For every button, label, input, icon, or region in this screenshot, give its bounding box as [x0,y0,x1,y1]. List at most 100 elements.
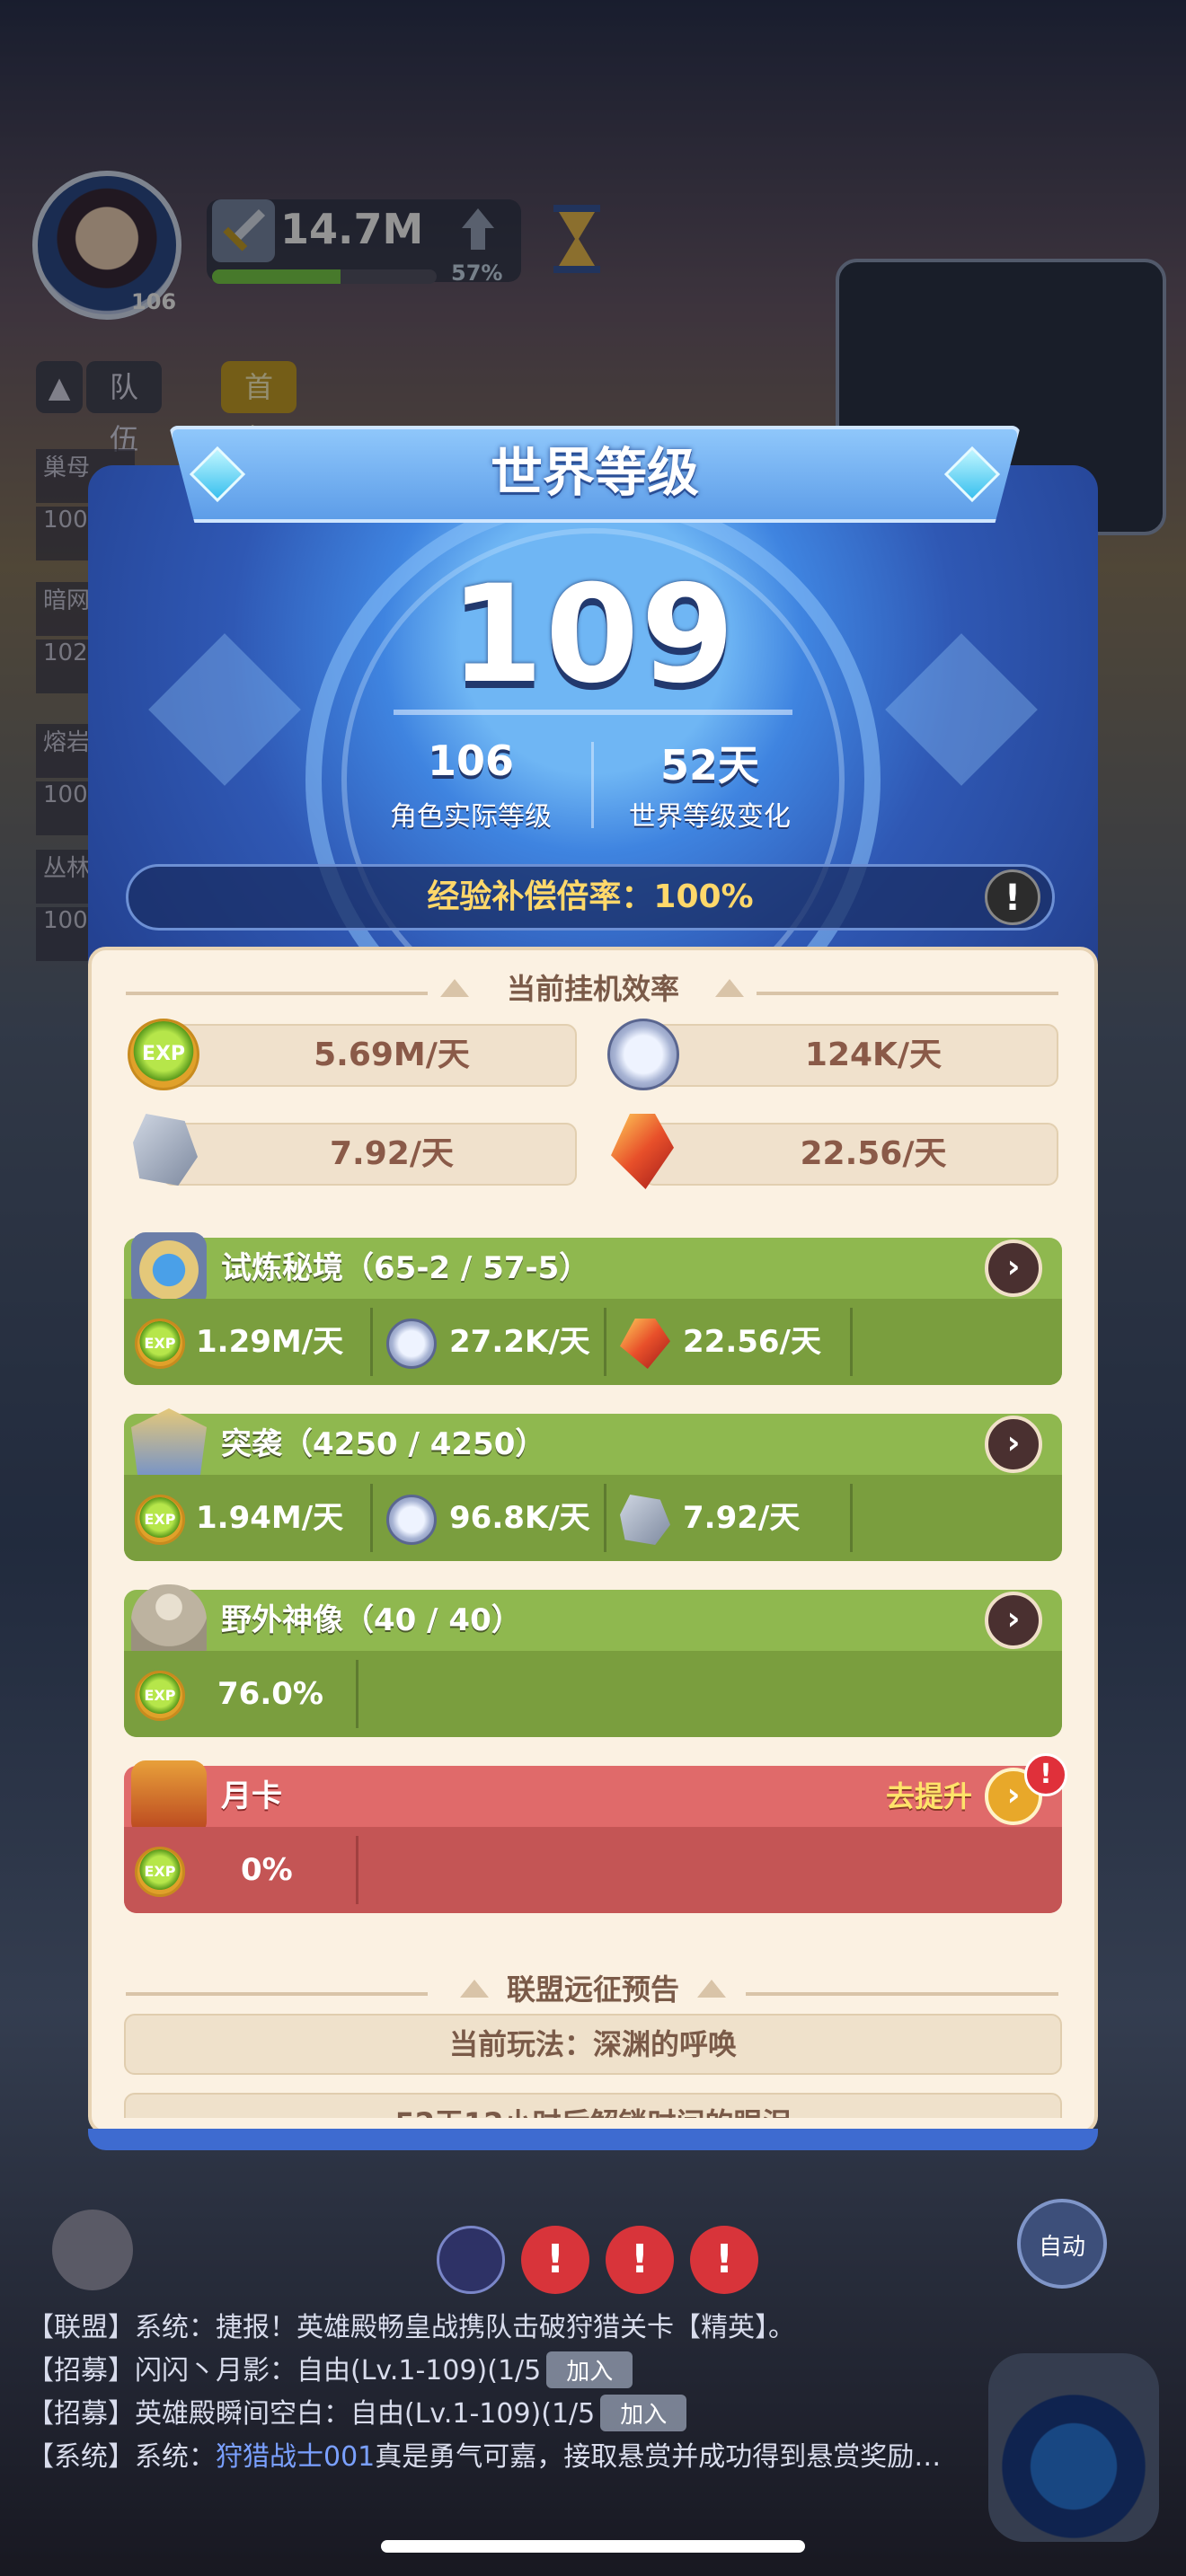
divider [356,1660,358,1728]
go-button[interactable]: › [985,1239,1042,1297]
alliance-next: 52天12小时后解锁时间的眼泪 [124,2093,1062,2118]
card-title: 月卡 [221,1778,282,1814]
alert-badge-icon: ! [1024,1753,1067,1796]
rate-value: 5.69M/天 [314,1037,470,1073]
info-icon[interactable]: ! [985,869,1040,925]
rate-value: 7.92/天 [683,1500,801,1536]
silver-coin-icon [386,1319,437,1369]
monthly-card[interactable]: 月卡 去提升 › ! EXP 0% [124,1753,1067,1913]
divider [850,1484,853,1552]
rate-value: 76.0% [217,1676,323,1712]
efficiency-title: 当前挂机效率 [506,972,679,1006]
exp-coin-icon: EXP [135,1671,185,1721]
chat-tag: 【系统】 [27,2441,135,2473]
alliance-title: 联盟远征预告 [506,1972,679,2007]
card-title: 突袭（4250 / 4250） [221,1426,546,1462]
skill-icon[interactable] [437,2226,505,2294]
chat-text: 系统：捷报！英雄殿畅皇战携队击破狩猎关卡【精英】。 [135,2312,795,2343]
card-title: 试炼秘境（65-2 / 57-5） [221,1250,590,1286]
chat-tag: 【联盟】 [27,2312,135,2343]
card-title: 野外神像（40 / 40） [221,1602,522,1638]
rate-value: 124K/天 [804,1037,943,1073]
divider [604,1308,606,1376]
trial-realm-card[interactable]: 试炼秘境（65-2 / 57-5） › EXP 1.29M/天 27.2K/天 … [124,1232,1062,1385]
alert-icon[interactable]: ! [690,2226,758,2294]
go-button[interactable]: › [985,1416,1042,1473]
alliance-next-clip: 52天12小时后解锁时间的眼泪 [124,2093,1062,2118]
chat-line[interactable]: 【招募】英雄殿瞬间空白：自由(Lv.1-109)(1/5 加入 [27,2391,687,2431]
decor-triangle [715,979,744,997]
rate-value: 96.8K/天 [449,1500,590,1536]
silver-coin-icon [386,1495,437,1545]
actual-level-label: 角色实际等级 [390,801,552,833]
rate-value: 1.94M/天 [196,1500,344,1536]
card-body: EXP 76.0% [124,1651,1062,1737]
divider [850,1308,853,1376]
rate-cell: EXP 1.29M/天 [124,1299,367,1385]
exp-coin-icon: EXP [135,1319,185,1369]
exp-coin-icon: EXP [128,1019,199,1090]
rate-cell: EXP 1.94M/天 [124,1475,367,1561]
statue-card[interactable]: 野外神像（40 / 40） › EXP 76.0% [124,1584,1062,1737]
chat-line[interactable]: 【系统】系统：狩猎战士001真是勇气可嘉，接取悬赏并成功得到悬赏奖励… [27,2434,941,2474]
panel-edge [88,2129,1098,2150]
trial-realm-icon [131,1232,207,1308]
gear-icon[interactable] [52,2210,133,2290]
divider [394,710,792,715]
chat-tag: 【招募】 [27,2355,135,2386]
decor-triangle [697,1980,726,1998]
alert-icon[interactable]: ! [606,2226,674,2294]
card-body: EXP 1.94M/天 96.8K/天 7.92/天 [124,1475,1062,1561]
exp-rate-value: 100% [653,878,754,915]
divider [604,1484,606,1552]
rate-value: 22.56/天 [800,1135,947,1172]
auto-button[interactable]: 自动 [1017,2199,1107,2289]
card-body: EXP 0% [124,1827,1062,1913]
raid-icon [131,1408,207,1484]
card-header: 月卡 去提升 › ! [124,1753,1067,1836]
modal-title: 世界等级 [490,442,699,503]
chat-tag: 【招募】 [27,2398,135,2430]
rate-value: 0% [241,1852,293,1888]
alert-icon[interactable]: ! [521,2226,589,2294]
alliance-mode: 当前玩法：深渊的呼唤 [124,2014,1062,2075]
rate-value: 22.56/天 [683,1324,821,1360]
home-indicator[interactable] [381,2540,805,2553]
world-level-value: 109 [449,557,737,713]
stone-icon [620,1495,670,1545]
divider [370,1484,373,1552]
chat-text: 英雄殿瞬间空白：自由(Lv.1-109)(1/5 [135,2398,596,2430]
chat-line[interactable]: 【招募】闪闪丶月影：自由(Lv.1-109)(1/5 加入 [27,2348,633,2388]
card-body: EXP 1.29M/天 27.2K/天 22.56/天 [124,1299,1062,1385]
card-header: 突袭（4250 / 4250） › [124,1408,1062,1484]
divider [757,992,1058,995]
card-header: 试炼秘境（65-2 / 57-5） › [124,1232,1062,1308]
crystal-icon [620,1319,670,1369]
actual-level-value: 106 [427,737,515,785]
divider [746,1992,1058,1996]
divider [356,1836,358,1904]
chat-text: 闪闪丶月影：自由(Lv.1-109)(1/5 [135,2355,542,2386]
exp-rate-text: 经验补偿倍率：100% [126,864,1055,931]
rate-cell: 27.2K/天 [376,1299,615,1385]
rate-value: 7.92/天 [330,1135,454,1172]
level-change-label: 世界等级变化 [629,801,791,833]
upgrade-link[interactable]: 去提升 [886,1766,972,1827]
rate-cell: 7.92/天 [609,1475,843,1561]
join-button[interactable]: 加入 [546,2351,633,2388]
rate-value: 1.29M/天 [196,1324,344,1360]
rate-cell: 96.8K/天 [376,1475,615,1561]
rate-cell: EXP 76.0% [124,1651,367,1737]
rate-cell: 22.56/天 [609,1299,843,1385]
join-button[interactable]: 加入 [600,2395,687,2431]
monthly-card-icon [131,1760,207,1836]
go-button[interactable]: › [985,1592,1042,1649]
divider [370,1308,373,1376]
level-change-value: 52天 [659,741,759,790]
rate-cell: EXP 0% [124,1827,367,1913]
exp-rate-label: 经验补偿倍率： [427,878,654,915]
silver-coin-icon [607,1019,679,1090]
chat-line[interactable]: 【联盟】系统：捷报！英雄殿畅皇战携队击破狩猎关卡【精英】。 [27,2305,795,2344]
chat-player-name[interactable]: 狩猎战士001 [216,2441,375,2473]
raid-card[interactable]: 突袭（4250 / 4250） › EXP 1.94M/天 96.8K/天 7.… [124,1408,1062,1561]
